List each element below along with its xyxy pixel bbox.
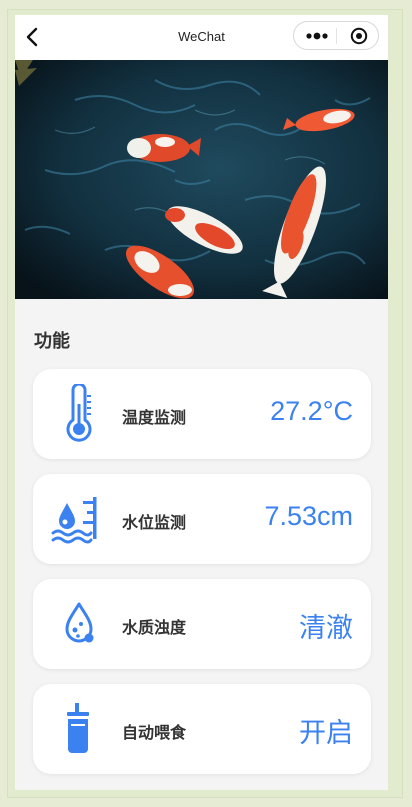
feeding-status-value: 开启 [299, 718, 353, 748]
koi-pond-image [15, 60, 388, 299]
turbidity-value: 清澈 [299, 613, 353, 643]
close-miniprogram-icon[interactable] [350, 27, 368, 45]
feeder-cup-icon [67, 703, 89, 753]
temperature-card[interactable]: 温度监测 27.2°C [33, 369, 371, 459]
water-level-value: 7.53cm [264, 501, 353, 531]
capsule-divider [336, 28, 337, 44]
navigation-bar: WeChat [15, 15, 388, 60]
more-dots-icon[interactable] [304, 29, 330, 43]
card-label: 温度监测 [122, 410, 187, 427]
card-label: 水位监测 [122, 515, 187, 532]
water-drop-icon [65, 602, 94, 643]
temperature-value: 27.2°C [270, 396, 353, 426]
auto-feed-card[interactable]: 自动喂食 开启 [33, 684, 371, 774]
section-title: 功能 [34, 331, 70, 351]
thermometer-icon [66, 384, 92, 442]
water-level-icon [51, 497, 97, 544]
turbidity-card[interactable]: 水质浊度 清澈 [33, 579, 371, 669]
water-level-card[interactable]: 水位监测 7.53cm [33, 474, 371, 564]
card-label: 水质浊度 [122, 620, 187, 637]
phone-screen: WeChat 功能 温度监测 27.2°C 水位监测 7.53cm 水质浊度 清… [15, 15, 388, 790]
card-label: 自动喂食 [122, 725, 187, 742]
capsule-menu [293, 21, 379, 50]
